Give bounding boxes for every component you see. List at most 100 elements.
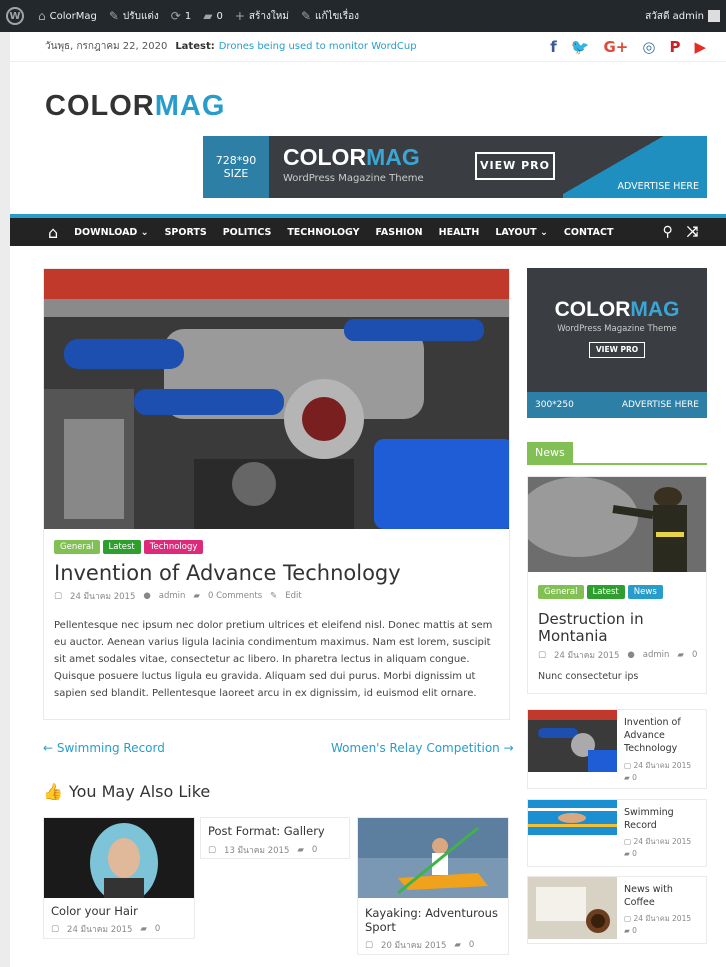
main-navigation: ⌂ DOWNLOAD ⌄ SPORTS POLITICS TECHNOLOGY … bbox=[10, 214, 726, 246]
sidebar-post-meta: ▢ 24 มีนาคม 2015 ▰ 0 bbox=[624, 914, 692, 935]
banner-brand-color: COLOR bbox=[283, 144, 367, 170]
related-date: 13 มีนาคม 2015 bbox=[224, 846, 290, 856]
calendar-icon: ▢ bbox=[51, 924, 60, 934]
swimming-thumb bbox=[528, 800, 617, 835]
banner-brand-mag: MAG bbox=[366, 144, 420, 170]
sidebar-post-meta: ▢ 24 มีนาคม 2015 ▰ 0 bbox=[624, 837, 692, 858]
sidebar-post-title[interactable]: Swimming Record bbox=[624, 806, 704, 832]
comment-icon: ▰ bbox=[297, 845, 304, 855]
article-edit-link[interactable]: Edit bbox=[285, 591, 301, 601]
related-title[interactable]: Color your Hair bbox=[51, 904, 191, 918]
category-technology[interactable]: Technology bbox=[143, 540, 204, 554]
sidebar-post-technology[interactable]: Invention of Advance Technology ▢ 24 มีน… bbox=[527, 709, 707, 789]
latest-news-link[interactable]: Drones being used to monitor WordCup bbox=[219, 41, 417, 52]
related-title[interactable]: Post Format: Gallery bbox=[208, 824, 348, 838]
site-logo[interactable]: COLORMAG bbox=[45, 90, 225, 123]
nav-item-fashion[interactable]: FASHION bbox=[376, 227, 423, 238]
article-author[interactable]: admin bbox=[159, 591, 186, 601]
facebook-icon[interactable]: f bbox=[550, 38, 557, 56]
instagram-icon[interactable]: ◎ bbox=[642, 38, 655, 56]
news-featured-image bbox=[528, 477, 706, 572]
google-plus-icon[interactable]: G+ bbox=[603, 38, 628, 56]
sidebar-post-coffee[interactable]: News with Coffee ▢ 24 มีนาคม 2015 ▰ 0 bbox=[527, 876, 707, 944]
sidebar-post-comments: 0 bbox=[632, 773, 637, 782]
related-comments: 0 bbox=[468, 940, 475, 950]
sidebar-ad[interactable]: COLORMAG WordPress Magazine Theme VIEW P… bbox=[527, 268, 707, 418]
related-title[interactable]: Kayaking: Adventurous Sport bbox=[365, 906, 505, 934]
category-general[interactable]: General bbox=[538, 585, 584, 599]
news-featured-title[interactable]: Destruction in Montania bbox=[538, 611, 698, 645]
comment-icon: ▰ bbox=[454, 940, 461, 950]
related-post-kayaking[interactable]: Kayaking: Adventurous Sport ▢ 20 มีนาคม … bbox=[357, 817, 509, 955]
related-meta: ▢ 20 มีนาคม 2015 ▰ 0 bbox=[365, 938, 474, 952]
admin-new-link[interactable]: + สร้างใหม่ bbox=[235, 9, 289, 24]
banner-brand: COLORMAG bbox=[283, 144, 420, 171]
nav-item-contact[interactable]: CONTACT bbox=[564, 227, 614, 238]
admin-edit-label: แก้ไขเรื่อง bbox=[315, 10, 360, 22]
sidebar-post-swimming[interactable]: Swimming Record ▢ 24 มีนาคม 2015 ▰ 0 bbox=[527, 799, 707, 867]
admin-comments-link[interactable]: ▰ 0 bbox=[203, 9, 223, 23]
nav-item-layout[interactable]: LAYOUT ⌄ bbox=[495, 227, 548, 238]
related-comments: 0 bbox=[154, 924, 161, 934]
pencil-icon: ✎ bbox=[300, 9, 312, 23]
sidebar-post-image bbox=[528, 877, 617, 939]
dashboard-icon: ⌂ bbox=[38, 9, 46, 23]
sidebar-ad-brand: COLORMAG bbox=[527, 298, 707, 322]
related-heading: 👍 You May Also Like bbox=[43, 782, 210, 801]
firefighter-photo bbox=[528, 477, 706, 572]
category-latest[interactable]: Latest bbox=[586, 585, 625, 599]
calendar-icon: ▢ bbox=[365, 940, 374, 950]
nav-item-download[interactable]: DOWNLOAD ⌄ bbox=[74, 227, 148, 238]
related-date: 20 มีนาคม 2015 bbox=[381, 941, 447, 951]
coffee-thumb bbox=[528, 877, 617, 939]
sidebar-post-title[interactable]: News with Coffee bbox=[624, 883, 704, 909]
previous-post-link[interactable]: ← Swimming Record bbox=[43, 741, 165, 755]
current-date: วันพุธ, กรกฎาคม 22, 2020 bbox=[45, 41, 168, 52]
category-latest[interactable]: Latest bbox=[102, 540, 141, 554]
home-icon[interactable]: ⌂ bbox=[48, 223, 58, 242]
latest-label: Latest: bbox=[175, 41, 215, 52]
article-featured-image bbox=[44, 269, 509, 529]
nav-item-health[interactable]: HEALTH bbox=[439, 227, 480, 238]
article-title: Invention of Advance Technology bbox=[54, 561, 401, 585]
related-meta: ▢ 24 มีนาคม 2015 ▰ 0 bbox=[51, 922, 160, 936]
header-ad-banner[interactable]: 728*90 SIZE COLORMAG WordPress Magazine … bbox=[203, 136, 707, 198]
nav-item-sports[interactable]: SPORTS bbox=[165, 227, 207, 238]
article-comments[interactable]: 0 Comments bbox=[208, 591, 262, 601]
pinterest-icon[interactable]: P bbox=[669, 38, 680, 56]
category-general[interactable]: General bbox=[54, 540, 100, 554]
admin-updates-count: 1 bbox=[184, 10, 192, 22]
search-icon[interactable]: ⚲ bbox=[663, 224, 673, 240]
youtube-icon[interactable]: ▶ bbox=[694, 38, 706, 56]
random-post-icon[interactable]: ⤨ bbox=[687, 224, 698, 240]
engine-thumb bbox=[528, 710, 617, 772]
nav-item-politics[interactable]: POLITICS bbox=[223, 227, 272, 238]
nav-item-technology[interactable]: TECHNOLOGY bbox=[287, 227, 359, 238]
banner-view-pro-button[interactable]: VIEW PRO bbox=[475, 152, 555, 180]
sidebar-post-date: 24 มีนาคม 2015 bbox=[633, 837, 692, 846]
sidebar-post-date: 24 มีนาคม 2015 bbox=[633, 761, 692, 770]
sidebar-post-title[interactable]: Invention of Advance Technology bbox=[624, 716, 704, 755]
plus-icon: + bbox=[234, 9, 245, 23]
admin-updates-link[interactable]: ⟳ 1 bbox=[171, 9, 191, 23]
news-featured-meta: ▢ 24 มีนาคม 2015 ● admin ▰ 0 bbox=[538, 648, 697, 662]
related-post-gallery[interactable]: Post Format: Gallery ▢ 13 มีนาคม 2015 ▰ … bbox=[200, 817, 350, 859]
twitter-icon[interactable]: 🐦 bbox=[571, 38, 590, 56]
sidebar-ad-footer: 300*250 ADVERTISE HERE bbox=[527, 392, 707, 418]
admin-edit-link[interactable]: ✎ แก้ไขเรื่อง bbox=[301, 9, 359, 24]
comment-bubble-icon: ▰ bbox=[203, 9, 213, 23]
related-post-hair[interactable]: Color your Hair ▢ 24 มีนาคม 2015 ▰ 0 bbox=[43, 817, 195, 939]
news-featured-excerpt: Nunc consectetur ips bbox=[538, 671, 639, 682]
news-featured-comments: 0 bbox=[691, 650, 698, 660]
admin-account-link[interactable]: สวัสดี admin bbox=[645, 9, 720, 24]
sidebar-ad-advertise: ADVERTISE HERE bbox=[621, 400, 699, 410]
sidebar-ad-view-pro-button[interactable]: VIEW PRO bbox=[589, 342, 645, 358]
wordpress-logo-icon[interactable]: W bbox=[6, 7, 24, 25]
news-featured-post[interactable]: General Latest News Destruction in Monta… bbox=[527, 476, 707, 694]
admin-site-link[interactable]: ⌂ ColorMag bbox=[38, 9, 97, 23]
category-news[interactable]: News bbox=[627, 585, 663, 599]
next-post-link[interactable]: Women's Relay Competition → bbox=[331, 741, 514, 755]
news-widget-heading: News bbox=[527, 441, 707, 465]
article-date[interactable]: 24 มีนาคม 2015 bbox=[70, 589, 135, 603]
admin-customize-link[interactable]: ✎ ปรับแต่ง bbox=[109, 9, 159, 24]
